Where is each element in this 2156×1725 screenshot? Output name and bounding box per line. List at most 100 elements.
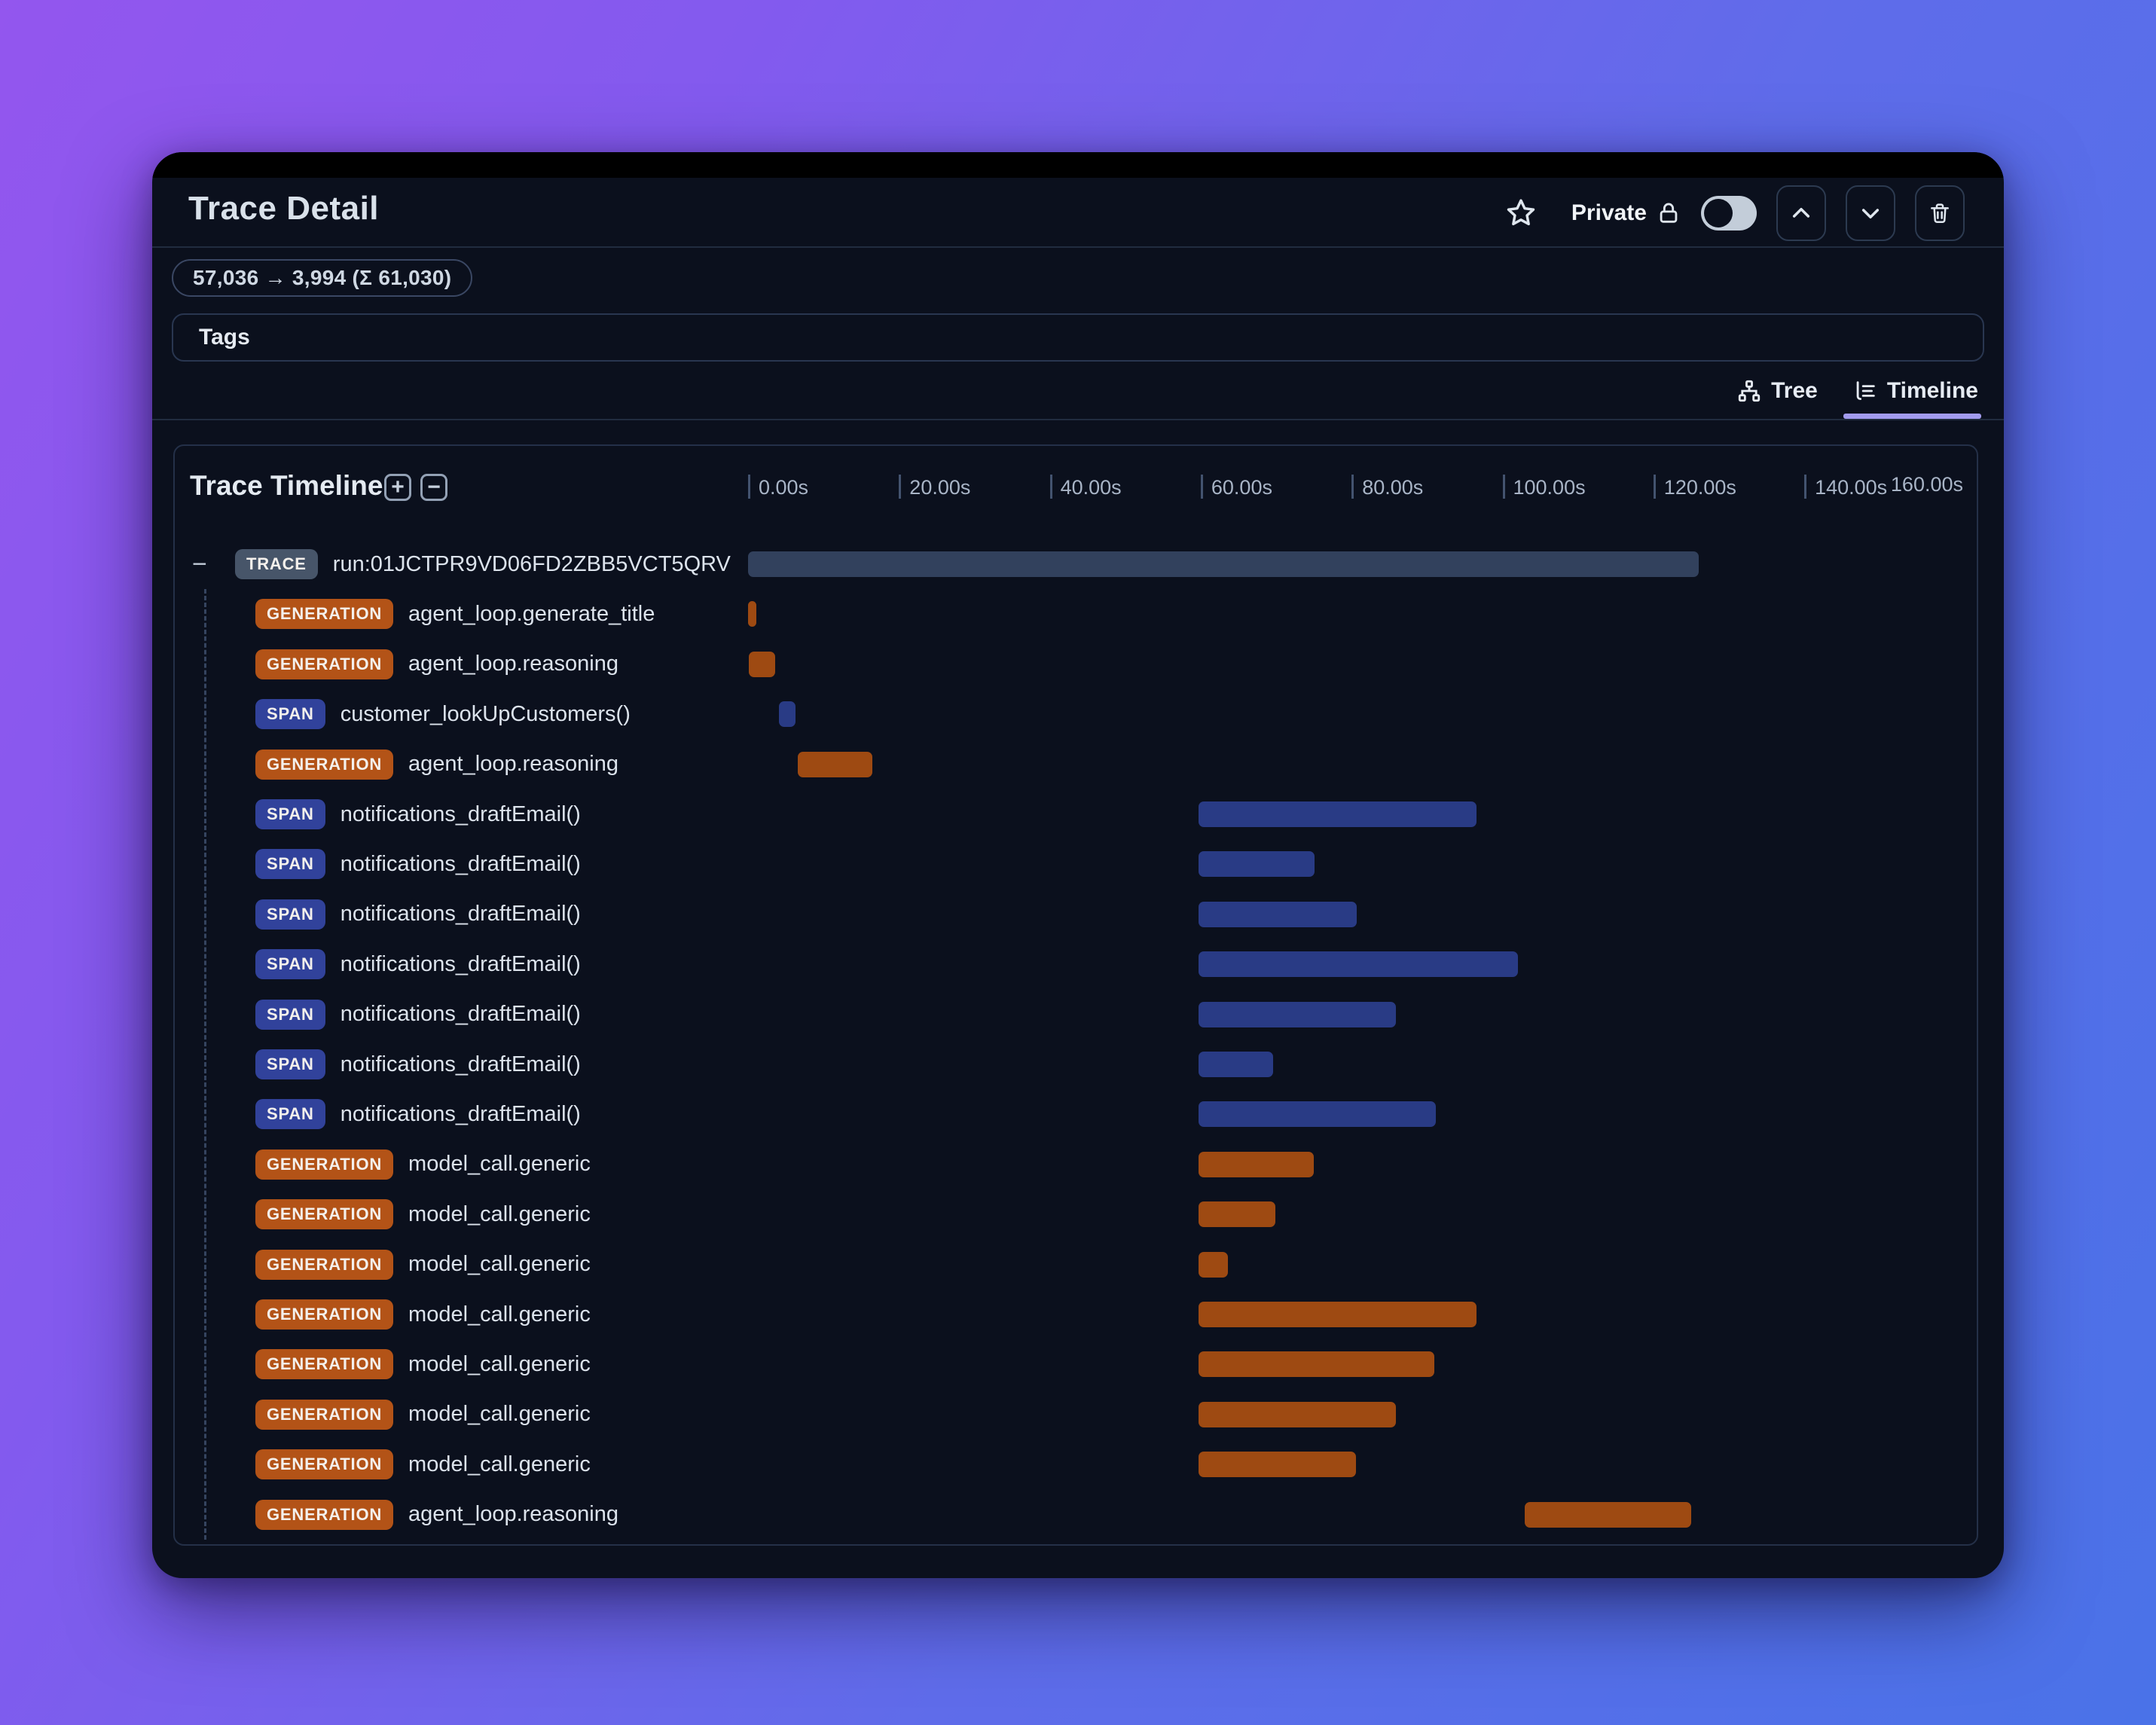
privacy-label: Private xyxy=(1571,200,1647,225)
duration-bar[interactable] xyxy=(1524,1501,1691,1528)
collapse-row-icon[interactable]: − xyxy=(192,539,207,589)
duration-bar[interactable] xyxy=(749,651,776,677)
observation-type-badge: GENERATION xyxy=(255,1399,394,1430)
observation-type-badge: SPAN xyxy=(255,999,325,1030)
trace-detail-window: Trace Detail Private 57,036 → 3,994 (Σ 6… xyxy=(152,152,2004,1578)
observation-type-badge: GENERATION xyxy=(255,1349,394,1380)
observation-row[interactable]: SPAN notifications_draftEmail() xyxy=(175,1040,1977,1089)
duration-bar[interactable] xyxy=(748,551,1699,577)
observation-type-badge: SPAN xyxy=(255,1049,325,1079)
observation-row[interactable]: GENERATION agent_loop.generate_title xyxy=(175,589,1977,639)
observation-row[interactable]: GENERATION model_call.generic xyxy=(175,1189,1977,1239)
observation-type-badge: GENERATION xyxy=(255,599,394,630)
observation-row[interactable]: SPAN notifications_draftEmail() xyxy=(175,789,1977,839)
observation-row[interactable]: SPAN notifications_draftEmail() xyxy=(175,939,1977,989)
observation-row[interactable]: GENERATION model_call.generic xyxy=(175,1440,1977,1489)
observation-label: run:01JCTPR9VD06FD2ZBB5VCT5QRV xyxy=(332,551,731,576)
tab-tree[interactable]: Tree xyxy=(1736,378,1818,416)
duration-bar[interactable] xyxy=(1198,1351,1435,1378)
desktop-background: Trace Detail Private 57,036 → 3,994 (Σ 6… xyxy=(0,0,2156,1725)
duration-bar[interactable] xyxy=(1198,901,1357,927)
delete-trace-button[interactable] xyxy=(1915,185,1965,241)
header-divider xyxy=(152,246,2004,248)
observation-type-badge: GENERATION xyxy=(255,1299,394,1330)
observation-label: customer_lookUpCustomers() xyxy=(340,701,631,726)
observation-label: notifications_draftEmail() xyxy=(340,1002,581,1027)
duration-bar[interactable] xyxy=(1198,1151,1315,1177)
lock-icon xyxy=(1660,203,1678,223)
axis-tick xyxy=(1653,475,1656,499)
axis-tick-label: 0.00s xyxy=(759,476,809,499)
duration-bar[interactable] xyxy=(748,601,757,627)
observation-row[interactable]: GENERATION agent_loop.reasoning xyxy=(175,740,1977,789)
observation-row[interactable]: SPAN notifications_draftEmail() xyxy=(175,1089,1977,1139)
token-usage-badge[interactable]: 57,036 → 3,994 (Σ 61,030) xyxy=(172,259,473,297)
observation-label: agent_loop.reasoning xyxy=(408,1502,619,1527)
privacy-toggle[interactable] xyxy=(1701,196,1757,231)
axis-tick-label: 120.00s xyxy=(1663,476,1736,499)
observation-label: agent_loop.reasoning xyxy=(408,652,619,676)
axis-tick xyxy=(1502,475,1505,499)
observation-label: notifications_draftEmail() xyxy=(340,801,581,826)
duration-bar[interactable] xyxy=(1198,951,1518,978)
tags-label: Tags xyxy=(199,325,250,350)
duration-bar[interactable] xyxy=(1198,1452,1357,1478)
observation-label: model_call.generic xyxy=(408,1452,591,1476)
duration-bar[interactable] xyxy=(1198,1251,1228,1278)
observation-row[interactable]: GENERATION agent_loop.reasoning xyxy=(175,1490,1977,1540)
duration-bar[interactable] xyxy=(1198,1001,1397,1027)
duration-bar[interactable] xyxy=(1198,1201,1276,1228)
axis-tick xyxy=(1049,475,1052,499)
duration-bar[interactable] xyxy=(1198,1101,1437,1128)
duration-bar[interactable] xyxy=(1198,801,1477,827)
observation-label: agent_loop.generate_title xyxy=(408,601,655,626)
observation-type-badge: SPAN xyxy=(255,949,325,980)
observation-row[interactable]: GENERATION model_call.generic xyxy=(175,1339,1977,1389)
duration-bar[interactable] xyxy=(779,701,796,728)
observation-row[interactable]: GENERATION model_call.generic xyxy=(175,1140,1977,1189)
trace-row[interactable]: − TRACE run:01JCTPR9VD06FD2ZBB5VCT5QRV xyxy=(175,539,1977,589)
axis-tick-label: 20.00s xyxy=(909,476,971,499)
observation-row[interactable]: GENERATION model_call.generic xyxy=(175,1390,1977,1440)
privacy-control: Private xyxy=(1571,196,1757,231)
observation-label: notifications_draftEmail() xyxy=(340,1052,581,1076)
tags-box[interactable]: Tags xyxy=(172,313,1984,362)
observation-row[interactable]: SPAN customer_lookUpCustomers() xyxy=(175,689,1977,739)
observation-row[interactable]: SPAN notifications_draftEmail() xyxy=(175,990,1977,1040)
tab-timeline[interactable]: Timeline xyxy=(1843,378,1981,419)
duration-bar[interactable] xyxy=(1198,1302,1477,1327)
duration-bar[interactable] xyxy=(798,751,873,777)
collapse-all-button[interactable] xyxy=(1776,185,1826,241)
axis-tick-label: 80.00s xyxy=(1362,476,1424,499)
axis-tick xyxy=(1200,475,1203,499)
observation-row[interactable]: GENERATION agent_loop.reasoning xyxy=(175,640,1977,689)
tree-icon xyxy=(1738,380,1761,402)
observation-type-badge: GENERATION xyxy=(255,1249,394,1280)
observation-label: model_call.generic xyxy=(408,1351,591,1376)
duration-bar[interactable] xyxy=(1198,1401,1397,1427)
active-tab-indicator xyxy=(1843,414,1981,419)
header-controls: Private xyxy=(1504,182,1965,244)
star-icon[interactable] xyxy=(1504,196,1538,231)
observation-label: model_call.generic xyxy=(408,1152,591,1177)
observation-type-badge: GENERATION xyxy=(255,1449,394,1480)
observation-row[interactable]: GENERATION model_call.generic xyxy=(175,1240,1977,1290)
observation-label: agent_loop.reasoning xyxy=(408,752,619,777)
observation-row[interactable]: GENERATION model_call.generic xyxy=(175,1290,1977,1339)
observation-row[interactable]: SPAN notifications_draftEmail() xyxy=(175,890,1977,939)
chevron-up-icon xyxy=(1792,207,1810,218)
duration-bar[interactable] xyxy=(1198,851,1315,878)
observation-label: model_call.generic xyxy=(408,1252,591,1277)
duration-bar[interactable] xyxy=(1198,1052,1274,1077)
axis-end-label: 160.00s xyxy=(1890,473,1963,496)
window-titlebar xyxy=(152,152,2004,178)
axis-tick xyxy=(1351,475,1354,499)
observation-label: notifications_draftEmail() xyxy=(340,851,581,876)
trash-icon xyxy=(1931,203,1949,224)
observation-label: notifications_draftEmail() xyxy=(340,902,581,927)
expand-all-button[interactable] xyxy=(1846,185,1895,241)
axis-tick-label: 40.00s xyxy=(1060,476,1122,499)
view-tabs: Tree Timeline xyxy=(1736,378,1981,419)
page-title: Trace Detail xyxy=(188,190,380,227)
observation-row[interactable]: SPAN notifications_draftEmail() xyxy=(175,839,1977,889)
